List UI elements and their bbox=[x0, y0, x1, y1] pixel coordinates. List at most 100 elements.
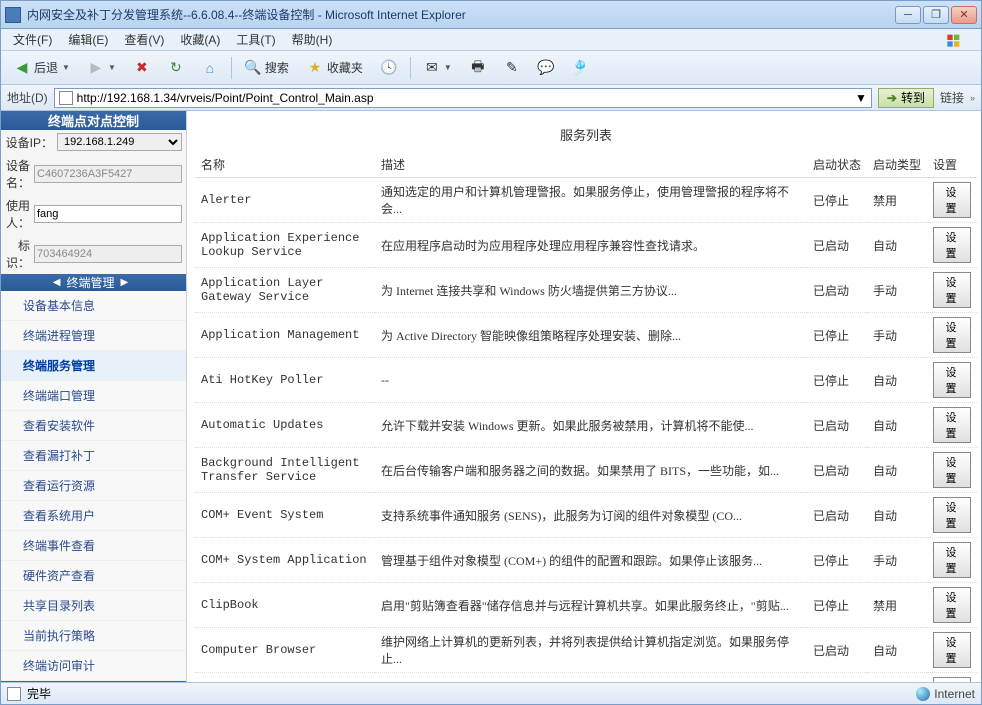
section-behavior-control[interactable]: ◀ 行为控制 ▶ bbox=[1, 681, 186, 682]
cell-settings: 设 置 bbox=[927, 223, 977, 268]
table-row: Alerter通知选定的用户和计算机管理警报。如果服务停止，使用管理警报的程序将… bbox=[195, 178, 977, 223]
cell-desc: 在后台传输客户端和服务器之间的数据。如果禁用了 BITS，一些功能，如... bbox=[375, 448, 807, 493]
home-icon: ⌂ bbox=[202, 60, 218, 76]
cell-status: 已启动 bbox=[807, 448, 867, 493]
settings-button[interactable]: 设 置 bbox=[933, 362, 971, 398]
sidebar-item-6[interactable]: 查看运行资源 bbox=[1, 471, 186, 501]
discuss-icon: 💬 bbox=[538, 60, 554, 76]
settings-button[interactable]: 设 置 bbox=[933, 317, 971, 353]
star-icon: ★ bbox=[307, 60, 323, 76]
settings-button[interactable]: 设 置 bbox=[933, 407, 971, 443]
menu-help[interactable]: 帮助(H) bbox=[284, 29, 341, 50]
menu-edit[interactable]: 编辑(E) bbox=[60, 29, 116, 50]
app-icon bbox=[5, 7, 21, 23]
menu-favorites[interactable]: 收藏(A) bbox=[172, 29, 228, 50]
separator bbox=[231, 57, 232, 79]
go-button[interactable]: ➔ 转到 bbox=[878, 88, 934, 108]
settings-button[interactable]: 设 置 bbox=[933, 542, 971, 578]
cell-name: Automatic Updates bbox=[195, 403, 375, 448]
cell-starttype: 自动 bbox=[867, 628, 927, 673]
back-label: 后退 bbox=[34, 59, 58, 76]
back-button[interactable]: ◀ 后退 ▼ bbox=[7, 56, 77, 80]
sidebar-item-9[interactable]: 硬件资产查看 bbox=[1, 561, 186, 591]
minimize-button[interactable]: ─ bbox=[895, 6, 921, 24]
refresh-button[interactable]: ↻ bbox=[161, 56, 191, 80]
sidebar-item-4[interactable]: 查看安装软件 bbox=[1, 411, 186, 441]
main-panel: 服务列表 名称 描述 启动状态 启动类型 设置 Alerter通知选定的用户和计… bbox=[187, 111, 981, 682]
search-button[interactable]: 🔍 搜索 bbox=[238, 56, 296, 80]
sidebar-item-3[interactable]: 终端端口管理 bbox=[1, 381, 186, 411]
col-desc[interactable]: 描述 bbox=[375, 152, 807, 178]
history-button[interactable]: 🕓 bbox=[374, 56, 404, 80]
cell-settings: 设 置 bbox=[927, 448, 977, 493]
col-settings[interactable]: 设置 bbox=[927, 152, 977, 178]
cell-settings: 设 置 bbox=[927, 673, 977, 683]
expand-icon: ▶ bbox=[121, 277, 129, 288]
maximize-button[interactable]: ❐ bbox=[923, 6, 949, 24]
settings-button[interactable]: 设 置 bbox=[933, 227, 971, 263]
print-button[interactable]: 🖶 bbox=[463, 56, 493, 80]
chevron-down-icon: ▼ bbox=[108, 63, 116, 72]
field-user: 使用人： bbox=[1, 194, 186, 234]
menu-tools[interactable]: 工具(T) bbox=[228, 29, 283, 50]
mail-button[interactable]: ✉▼ bbox=[417, 56, 459, 80]
sidebar-item-10[interactable]: 共享目录列表 bbox=[1, 591, 186, 621]
settings-button[interactable]: 设 置 bbox=[933, 182, 971, 218]
cell-name: Application Experience Lookup Service bbox=[195, 223, 375, 268]
links-expand-icon[interactable]: » bbox=[970, 93, 975, 103]
stop-button[interactable]: ✖ bbox=[127, 56, 157, 80]
device-name-input bbox=[34, 165, 182, 183]
nav-list: 设备基本信息终端进程管理终端服务管理终端端口管理查看安装软件查看漏打补丁查看运行… bbox=[1, 291, 186, 681]
menu-view[interactable]: 查看(V) bbox=[116, 29, 172, 50]
user-label: 使用人： bbox=[5, 197, 30, 231]
discuss-button[interactable]: 💬 bbox=[531, 56, 561, 80]
cell-settings: 设 置 bbox=[927, 403, 977, 448]
edit-button[interactable]: ✎ bbox=[497, 56, 527, 80]
cell-settings: 设 置 bbox=[927, 538, 977, 583]
col-status[interactable]: 启动状态 bbox=[807, 152, 867, 178]
device-ip-select[interactable]: 192.168.1.249 bbox=[57, 133, 182, 151]
cell-settings: 设 置 bbox=[927, 313, 977, 358]
edit-icon: ✎ bbox=[504, 60, 520, 76]
close-button[interactable]: ✕ bbox=[951, 6, 977, 24]
cell-name: COM+ System Application bbox=[195, 538, 375, 583]
url-input[interactable] bbox=[77, 91, 851, 105]
menu-file[interactable]: 文件(F) bbox=[5, 29, 60, 50]
sidebar-item-2[interactable]: 终端服务管理 bbox=[1, 351, 186, 381]
col-starttype[interactable]: 启动类型 bbox=[867, 152, 927, 178]
cell-settings: 设 置 bbox=[927, 583, 977, 628]
research-button[interactable]: 🎐 bbox=[565, 56, 595, 80]
settings-button[interactable]: 设 置 bbox=[933, 677, 971, 682]
settings-button[interactable]: 设 置 bbox=[933, 632, 971, 668]
forward-button[interactable]: ▶ ▼ bbox=[81, 56, 123, 80]
sidebar-item-12[interactable]: 终端访问审计 bbox=[1, 651, 186, 681]
security-zone[interactable]: Internet bbox=[916, 687, 975, 701]
url-input-container[interactable]: ▼ bbox=[54, 88, 872, 108]
home-button[interactable]: ⌂ bbox=[195, 56, 225, 80]
sidebar-item-0[interactable]: 设备基本信息 bbox=[1, 291, 186, 321]
settings-button[interactable]: 设 置 bbox=[933, 587, 971, 623]
section-behavior-control-label: 行为控制 bbox=[66, 681, 114, 682]
sidebar-item-1[interactable]: 终端进程管理 bbox=[1, 321, 186, 351]
section-terminal-mgmt[interactable]: ◀ 终端管理 ▶ bbox=[1, 274, 186, 291]
table-row: COM+ System Application管理基于组件对象模型 (COM+)… bbox=[195, 538, 977, 583]
settings-button[interactable]: 设 置 bbox=[933, 452, 971, 488]
user-input[interactable] bbox=[34, 205, 182, 223]
settings-button[interactable]: 设 置 bbox=[933, 272, 971, 308]
cell-desc: 管理基于组件对象模型 (COM+) 的组件的配置和跟踪。如果停止该服务... bbox=[375, 538, 807, 583]
settings-button[interactable]: 设 置 bbox=[933, 497, 971, 533]
favorites-button[interactable]: ★ 收藏夹 bbox=[300, 56, 370, 80]
chevron-down-icon[interactable]: ▼ bbox=[855, 91, 867, 105]
links-label[interactable]: 链接 bbox=[940, 89, 964, 106]
sidebar-item-11[interactable]: 当前执行策略 bbox=[1, 621, 186, 651]
sidebar-item-8[interactable]: 终端事件查看 bbox=[1, 531, 186, 561]
sidebar-item-5[interactable]: 查看漏打补丁 bbox=[1, 441, 186, 471]
sidebar-item-7[interactable]: 查看系统用户 bbox=[1, 501, 186, 531]
cell-starttype: 手动 bbox=[867, 268, 927, 313]
table-row: Computer Browser维护网络上计算机的更新列表，并将列表提供给计算机… bbox=[195, 628, 977, 673]
table-row: Automatic Updates允许下载并安装 Windows 更新。如果此服… bbox=[195, 403, 977, 448]
col-name[interactable]: 名称 bbox=[195, 152, 375, 178]
cell-desc: 维护网络上计算机的更新列表，并将列表提供给计算机指定浏览。如果服务停止... bbox=[375, 628, 807, 673]
table-header-row: 名称 描述 启动状态 启动类型 设置 bbox=[195, 152, 977, 178]
cell-desc: Contrl Center of Storm Media bbox=[375, 673, 807, 683]
